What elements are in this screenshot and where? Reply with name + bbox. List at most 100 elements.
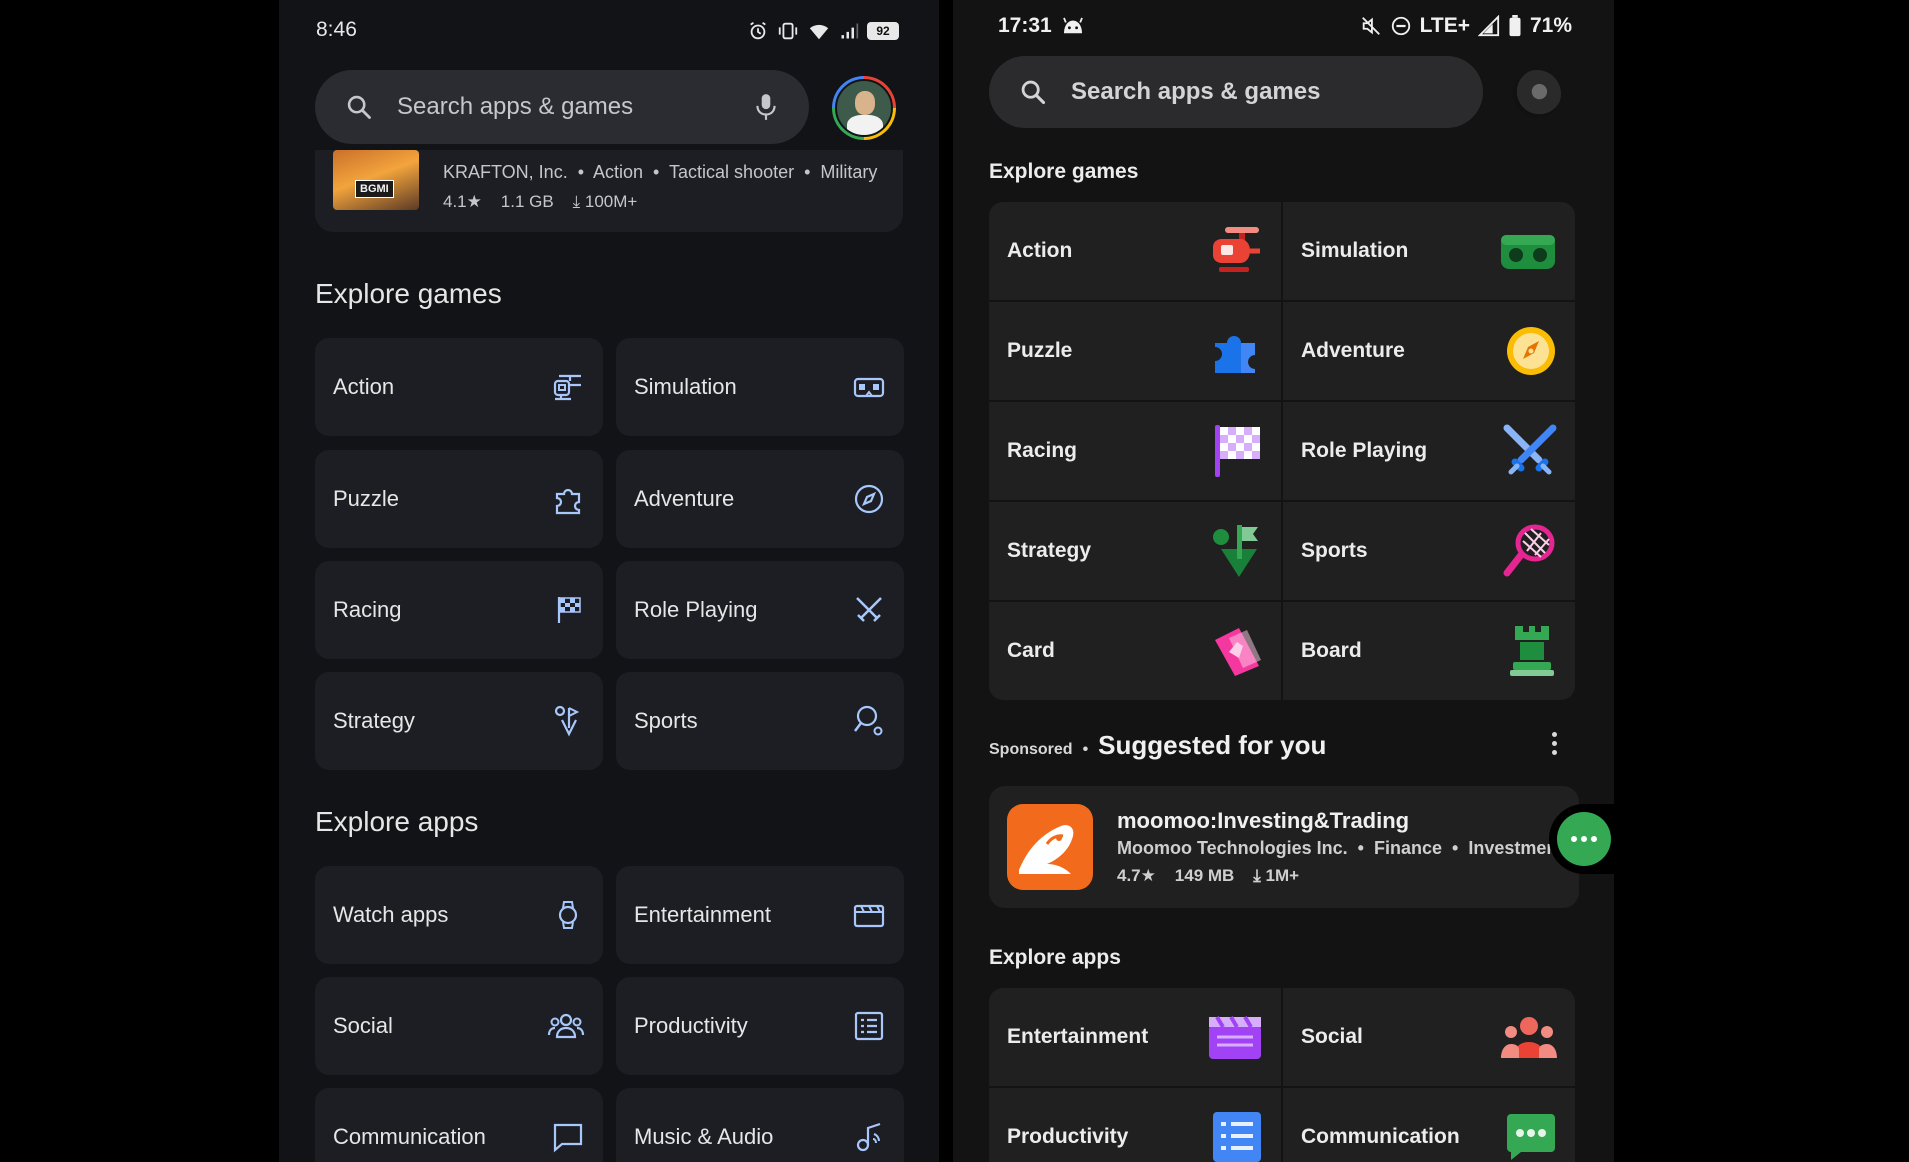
category-tile-productivity[interactable]: Productivity xyxy=(616,977,904,1075)
category-tile-racing[interactable]: Racing xyxy=(989,402,1281,500)
category-label: Entertainment xyxy=(1007,1025,1149,1048)
suggested-title: Suggested for you xyxy=(1098,730,1327,760)
chat-bubble-icon xyxy=(1507,1114,1555,1160)
category-label: Social xyxy=(1301,1025,1363,1048)
category-tile-entertainment[interactable]: Entertainment xyxy=(989,988,1281,1086)
category-tile-action[interactable]: Action xyxy=(989,202,1281,300)
suggested-header: Sponsored • Suggested for you xyxy=(989,730,1327,760)
wifi-icon xyxy=(809,24,829,40)
category-tile-entertainment[interactable]: Entertainment xyxy=(616,866,904,964)
status-left: 17:31 xyxy=(998,14,1084,38)
category-label: Adventure xyxy=(1301,339,1405,362)
status-right: LTE+ 71% xyxy=(1360,14,1572,38)
account-avatar[interactable] xyxy=(1513,70,1561,118)
app-tag: Finance xyxy=(1373,838,1443,858)
status-icons: 92 xyxy=(747,20,899,42)
category-tile-strategy[interactable]: Strategy xyxy=(315,672,603,770)
app-tag: Tactical shooter xyxy=(669,162,795,182)
app-developer: KRAFTON, Inc. xyxy=(443,162,568,182)
category-tile-action[interactable]: Action xyxy=(315,338,603,436)
category-tile-adventure[interactable]: Adventure xyxy=(1283,302,1575,400)
app-stats-line: 4.1★ 1.1 GB ⤓ 100M+ xyxy=(443,192,637,212)
status-time: 8:46 xyxy=(316,18,357,41)
status-time: 17:31 xyxy=(998,14,1052,37)
chat-bubble-icon xyxy=(553,1123,583,1153)
category-tile-sports[interactable]: Sports xyxy=(1283,502,1575,600)
category-label: Entertainment xyxy=(634,902,771,927)
category-label: Simulation xyxy=(634,374,737,399)
vr-headset-icon xyxy=(1501,235,1555,269)
app-stats-line: 4.7★ 149 MB ⤓ 1M+ xyxy=(1117,866,1299,886)
category-label: Watch apps xyxy=(333,902,449,927)
category-tile-racing[interactable]: Racing xyxy=(315,561,603,659)
alarm-icon xyxy=(750,21,766,40)
category-tile-social[interactable]: Social xyxy=(1283,988,1575,1086)
featured-app-card[interactable]: BGMI KRAFTON, Inc. • Action • Tactical s… xyxy=(315,150,903,232)
category-tile-role-playing[interactable]: Role Playing xyxy=(1283,402,1575,500)
account-avatar[interactable] xyxy=(832,76,896,140)
category-tile-simulation[interactable]: Simulation xyxy=(616,338,904,436)
category-label: Sports xyxy=(634,708,698,733)
category-tile-communication[interactable]: Communication xyxy=(1283,1088,1575,1162)
helicopter-icon xyxy=(553,374,581,401)
strategy-flag-icon xyxy=(1213,525,1258,577)
category-tile-card[interactable]: Card xyxy=(989,602,1281,700)
category-tile-strategy[interactable]: Strategy xyxy=(989,502,1281,600)
category-tile-role-playing[interactable]: Role Playing xyxy=(616,561,904,659)
music-note-icon xyxy=(856,1122,881,1152)
download-icon: ⤓ xyxy=(572,192,581,211)
category-tile-simulation[interactable]: Simulation xyxy=(1283,202,1575,300)
app-name: moomoo:Investing&Trading xyxy=(1117,808,1410,833)
clapperboard-icon xyxy=(853,904,885,928)
puzzle-piece-icon xyxy=(555,488,581,515)
category-tile-board[interactable]: Board xyxy=(1283,602,1575,700)
category-tile-productivity[interactable]: Productivity xyxy=(989,1088,1281,1162)
app-thumbnail: BGMI xyxy=(333,150,419,210)
chat-dots-icon[interactable] xyxy=(1557,812,1611,866)
category-label: Role Playing xyxy=(1301,439,1428,462)
chess-rook-icon xyxy=(1510,626,1554,676)
search-icon xyxy=(347,95,371,119)
category-label: Simulation xyxy=(1301,239,1409,262)
people-group-icon xyxy=(1501,1017,1557,1058)
category-tile-sports[interactable]: Sports xyxy=(616,672,904,770)
category-tile-communication[interactable]: Communication xyxy=(315,1088,603,1162)
helicopter-icon xyxy=(1213,227,1260,272)
star-icon: ★ xyxy=(1140,866,1156,885)
notification-icon xyxy=(1062,17,1083,34)
category-tile-social[interactable]: Social xyxy=(315,977,603,1075)
vibrate-icon xyxy=(778,22,798,40)
category-tile-puzzle[interactable]: Puzzle xyxy=(989,302,1281,400)
strategy-flag-icon xyxy=(554,705,580,737)
tennis-racket-icon xyxy=(1503,524,1555,577)
signal-icon xyxy=(1477,15,1500,37)
category-tile-adventure[interactable]: Adventure xyxy=(616,450,904,548)
more-options-icon[interactable] xyxy=(1544,728,1564,760)
checklist-icon xyxy=(1213,1112,1261,1162)
crossed-swords-icon xyxy=(1503,424,1557,475)
category-label: Social xyxy=(333,1013,393,1038)
floating-chat-bubble[interactable] xyxy=(1549,804,1614,874)
app-thumbnail-badge: BGMI xyxy=(355,180,394,198)
watch-icon xyxy=(558,901,578,929)
mute-icon xyxy=(1361,17,1380,35)
checkered-flag-icon xyxy=(1215,425,1260,477)
category-label: Card xyxy=(1007,639,1055,662)
search-bar[interactable]: Search apps & games xyxy=(315,70,809,144)
app-size: 149 MB xyxy=(1174,866,1235,885)
category-tile-puzzle[interactable]: Puzzle xyxy=(315,450,603,548)
battery-indicator: 92 xyxy=(867,22,899,40)
compass-icon xyxy=(854,484,884,514)
suggested-app-card[interactable]: moomoo:Investing&Trading Moomoo Technolo… xyxy=(989,786,1579,908)
vr-headset-icon xyxy=(853,377,885,398)
search-bar[interactable]: Search apps & games xyxy=(989,56,1483,128)
category-label: Productivity xyxy=(1007,1125,1129,1148)
clapperboard-icon xyxy=(1209,1015,1261,1059)
microphone-icon[interactable] xyxy=(753,92,779,122)
category-label: Sports xyxy=(1301,539,1368,562)
category-tile-music-audio[interactable]: Music & Audio xyxy=(616,1088,904,1162)
category-tile-watch-apps[interactable]: Watch apps xyxy=(315,866,603,964)
sponsored-label: Sponsored xyxy=(989,741,1073,758)
checkered-flag-icon xyxy=(557,597,581,623)
do-not-disturb-icon xyxy=(1391,16,1410,36)
